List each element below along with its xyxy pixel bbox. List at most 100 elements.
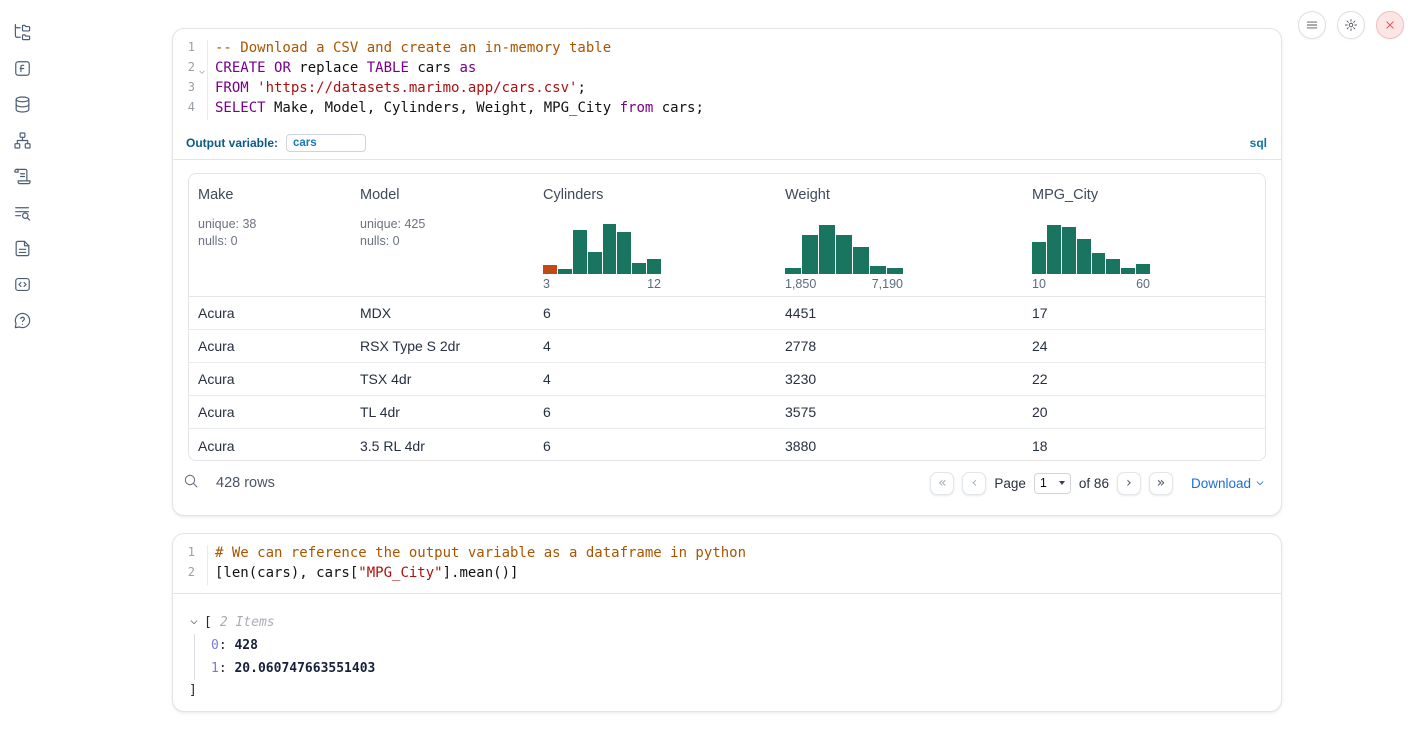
output-variable-input[interactable] bbox=[286, 134, 366, 152]
tree-entry-key: 1 bbox=[211, 661, 219, 676]
line-number-text: 2 bbox=[188, 565, 195, 579]
settings-icon[interactable] bbox=[1337, 11, 1365, 39]
table-cell: TSX 4dr bbox=[351, 371, 534, 387]
column-stats: unique: 38nulls: 0 bbox=[198, 216, 351, 250]
documentation-icon[interactable] bbox=[12, 238, 32, 258]
histogram-bar[interactable] bbox=[802, 235, 818, 274]
table-body: AcuraMDX6445117AcuraRSX Type S 2dr427782… bbox=[189, 297, 1265, 461]
page-select[interactable]: 1 bbox=[1034, 473, 1071, 494]
histogram-bar[interactable] bbox=[543, 265, 557, 274]
line-number-gutter: 12 bbox=[173, 545, 208, 585]
histogram-axis: 1060 bbox=[1032, 277, 1150, 291]
python-cell: 12 # We can reference the output variabl… bbox=[172, 533, 1282, 712]
histogram-bar[interactable] bbox=[1077, 239, 1091, 274]
histogram-bars[interactable] bbox=[1032, 222, 1150, 274]
code-token: as bbox=[459, 60, 476, 76]
axis-min-label: 10 bbox=[1032, 277, 1046, 291]
tree-entry: 0: 428 bbox=[211, 634, 1265, 657]
next-page-button[interactable]: › bbox=[1117, 472, 1141, 495]
column-name: Make bbox=[198, 187, 351, 203]
histogram-bar[interactable] bbox=[836, 235, 852, 274]
column-header[interactable]: Weight1,8507,190 bbox=[776, 174, 1023, 296]
file-explorer-icon[interactable] bbox=[12, 22, 32, 42]
table-cell: 3.5 RL 4dr bbox=[351, 438, 534, 454]
search-icon[interactable] bbox=[183, 473, 199, 494]
close-bracket: ] bbox=[189, 681, 1265, 701]
histogram-bar[interactable] bbox=[1032, 242, 1046, 274]
histogram-bar[interactable] bbox=[558, 269, 572, 274]
code-line: [len(cars), cars["MPG_City"].mean()] bbox=[215, 565, 746, 585]
snippets-icon[interactable] bbox=[12, 166, 32, 186]
column-header[interactable]: Modelunique: 425nulls: 0 bbox=[351, 174, 534, 296]
histogram-bar[interactable] bbox=[1047, 225, 1061, 274]
histogram-bar[interactable] bbox=[870, 266, 886, 274]
histogram-bar[interactable] bbox=[588, 252, 602, 274]
histogram-bar[interactable] bbox=[887, 268, 903, 274]
histogram-bars[interactable] bbox=[543, 222, 661, 274]
table-row[interactable]: AcuraRSX Type S 2dr4277824 bbox=[189, 330, 1265, 363]
histogram-bar[interactable] bbox=[632, 263, 646, 274]
table-row[interactable]: AcuraTSX 4dr4323022 bbox=[189, 363, 1265, 396]
histogram-axis: 312 bbox=[543, 277, 661, 291]
code-token: Make, Model, Cylinders, Weight, MPG_City bbox=[266, 100, 620, 116]
histogram-bar[interactable] bbox=[617, 232, 631, 274]
histogram-bar[interactable] bbox=[785, 268, 801, 274]
sql-code-editor[interactable]: 1234 -- Download a CSV and create an in-… bbox=[173, 29, 1281, 129]
histogram-bar[interactable] bbox=[1136, 264, 1150, 274]
datasources-icon[interactable] bbox=[12, 94, 32, 114]
code-token: OR bbox=[274, 60, 291, 76]
menu-icon[interactable] bbox=[1298, 11, 1326, 39]
histogram-bar[interactable] bbox=[1062, 227, 1076, 274]
tree-root[interactable]: [ 2 Items bbox=[189, 611, 1265, 633]
unique-count: unique: 425 bbox=[360, 216, 534, 233]
column-header[interactable]: Cylinders312 bbox=[534, 174, 776, 296]
help-icon[interactable] bbox=[12, 310, 32, 330]
code-token: cars; bbox=[653, 100, 704, 116]
first-page-button[interactable]: « bbox=[930, 472, 954, 495]
code-lines[interactable]: -- Download a CSV and create an in-memor… bbox=[208, 40, 704, 120]
python-output: [ 2 Items 0: 4281: 20.060747663551403 ] bbox=[173, 594, 1281, 701]
code-line: CREATE OR replace TABLE cars as bbox=[215, 60, 704, 80]
table-row[interactable]: AcuraTL 4dr6357520 bbox=[189, 396, 1265, 429]
python-code-editor[interactable]: 12 # We can reference the output variabl… bbox=[173, 534, 1281, 594]
table-cell: Acura bbox=[189, 404, 351, 420]
column-header[interactable]: MPG_City1060 bbox=[1023, 174, 1265, 296]
dependency-graph-icon[interactable] bbox=[12, 130, 32, 150]
histogram-bar[interactable] bbox=[573, 230, 587, 274]
download-button[interactable]: Download bbox=[1191, 476, 1265, 491]
output-variable-label: Output variable: bbox=[186, 136, 278, 150]
outputs-icon[interactable] bbox=[12, 274, 32, 294]
close-icon[interactable] bbox=[1376, 11, 1404, 39]
histogram-bar[interactable] bbox=[819, 225, 835, 274]
logs-icon[interactable] bbox=[12, 202, 32, 222]
prev-page-button[interactable]: ‹ bbox=[962, 472, 986, 495]
code-line: -- Download a CSV and create an in-memor… bbox=[215, 40, 704, 60]
open-bracket: [ bbox=[204, 615, 212, 630]
code-token: ; bbox=[577, 80, 585, 96]
code-token: "MPG_City" bbox=[358, 565, 442, 581]
histogram-bars[interactable] bbox=[785, 222, 903, 274]
histogram-bar[interactable] bbox=[853, 247, 869, 274]
scratchpad-icon[interactable] bbox=[12, 58, 32, 78]
histogram-bar[interactable] bbox=[1092, 253, 1106, 274]
page-label: Page bbox=[994, 476, 1026, 491]
table-footer: 428 rows « ‹ Page 1 of 86 › » Download bbox=[173, 461, 1281, 507]
last-page-button[interactable]: » bbox=[1149, 472, 1173, 495]
histogram-bar[interactable] bbox=[603, 224, 617, 274]
table-row[interactable]: AcuraMDX6445117 bbox=[189, 297, 1265, 330]
code-lines[interactable]: # We can reference the output variable a… bbox=[208, 545, 746, 585]
table-cell: 6 bbox=[534, 438, 776, 454]
table-cell: 17 bbox=[1023, 305, 1265, 321]
code-token: [len(cars), cars[ bbox=[215, 565, 358, 581]
line-number: 1 bbox=[173, 545, 207, 565]
histogram-bar[interactable] bbox=[647, 259, 661, 274]
histogram-bar[interactable] bbox=[1106, 259, 1120, 274]
code-token: cars bbox=[409, 60, 460, 76]
table-cell: Acura bbox=[189, 338, 351, 354]
fold-chevron-icon[interactable] bbox=[198, 65, 206, 79]
table-row[interactable]: Acura3.5 RL 4dr6388018 bbox=[189, 429, 1265, 461]
column-header[interactable]: Make unique: 38nulls: 0 bbox=[189, 174, 351, 296]
column-name: Model bbox=[360, 187, 534, 203]
table-cell: RSX Type S 2dr bbox=[351, 338, 534, 354]
histogram-bar[interactable] bbox=[1121, 268, 1135, 274]
